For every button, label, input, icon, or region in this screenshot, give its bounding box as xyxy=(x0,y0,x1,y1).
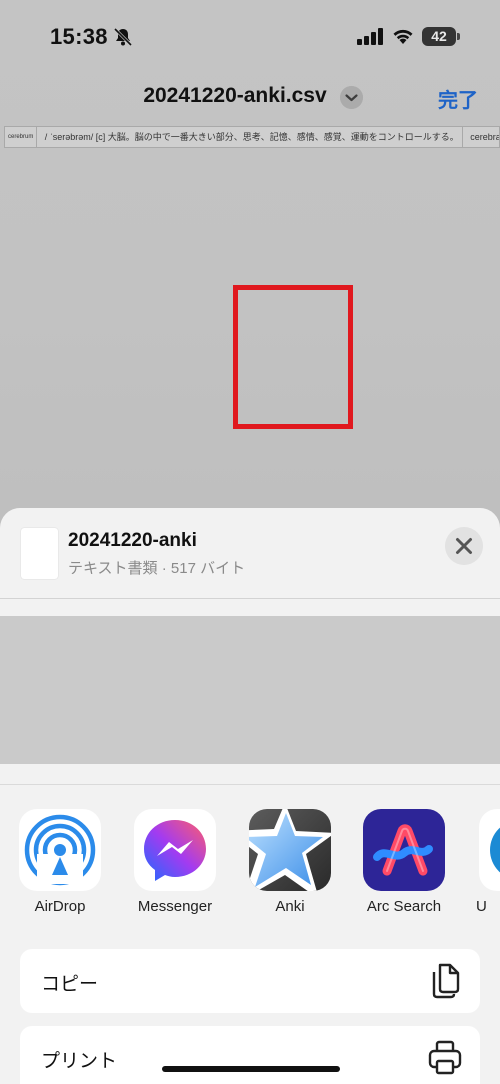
copy-action[interactable]: コピー xyxy=(20,949,480,1013)
app-label: U xyxy=(476,898,487,915)
status-bar: 15:38 42 xyxy=(0,0,500,74)
divider xyxy=(0,784,500,785)
cellular-signal-icon xyxy=(357,28,383,45)
document-title[interactable]: 20241220-anki.csv xyxy=(0,84,470,108)
battery-indicator: 42 xyxy=(422,27,456,46)
copy-icon xyxy=(432,963,460,999)
app-arc-search[interactable]: Arc Search xyxy=(354,809,454,929)
print-icon xyxy=(428,1040,462,1075)
app-label: Anki xyxy=(275,898,305,915)
csv-preview-row: cerebrum / ˈserəbrəm/ [c] 大脳。脳の中で一番大きい部分… xyxy=(4,126,500,148)
status-time: 15:38 xyxy=(50,24,108,49)
csv-cell: cerebral c xyxy=(467,127,499,147)
app-messenger[interactable]: Messenger xyxy=(125,809,225,929)
file-meta: テキスト書類 · 517 バイト xyxy=(68,560,246,577)
app-label: Arc Search xyxy=(366,898,442,915)
app-airdrop[interactable]: AirDrop xyxy=(10,809,110,929)
battery-cap xyxy=(457,33,460,40)
action-label: コピー xyxy=(41,974,99,995)
app-anki[interactable]: Anki xyxy=(240,809,340,929)
csv-cell: cerebrum xyxy=(5,127,38,147)
arc-search-icon xyxy=(363,809,445,891)
app-partial[interactable]: U xyxy=(470,809,500,929)
home-indicator[interactable] xyxy=(162,1066,340,1072)
airdrop-icon xyxy=(19,809,101,891)
partial-app-icon xyxy=(479,809,500,891)
file-name: 20241220-anki xyxy=(68,530,197,551)
app-label: AirDrop xyxy=(34,898,86,915)
share-sheet-empty-area xyxy=(0,616,500,764)
action-label: プリント xyxy=(41,1051,118,1072)
wifi-icon xyxy=(393,29,413,44)
share-sheet-header: 20241220-anki テキスト書類 · 517 バイト xyxy=(0,508,500,616)
print-action[interactable]: プリント xyxy=(20,1026,480,1084)
anki-icon xyxy=(249,809,331,891)
bell-slash-icon xyxy=(113,27,133,47)
app-label: Messenger xyxy=(137,898,213,915)
chevron-down-icon[interactable] xyxy=(340,86,363,109)
document-thumbnail xyxy=(21,528,58,579)
done-button[interactable]: 完了 xyxy=(438,84,478,113)
divider xyxy=(0,598,500,599)
messenger-icon xyxy=(134,809,216,891)
close-button[interactable] xyxy=(445,527,483,565)
highlight-annotation xyxy=(233,285,353,429)
csv-cell: / ˈserəbrəm/ [c] 大脳。脳の中で一番大きい部分、思考、記憶、感情… xyxy=(42,127,463,147)
